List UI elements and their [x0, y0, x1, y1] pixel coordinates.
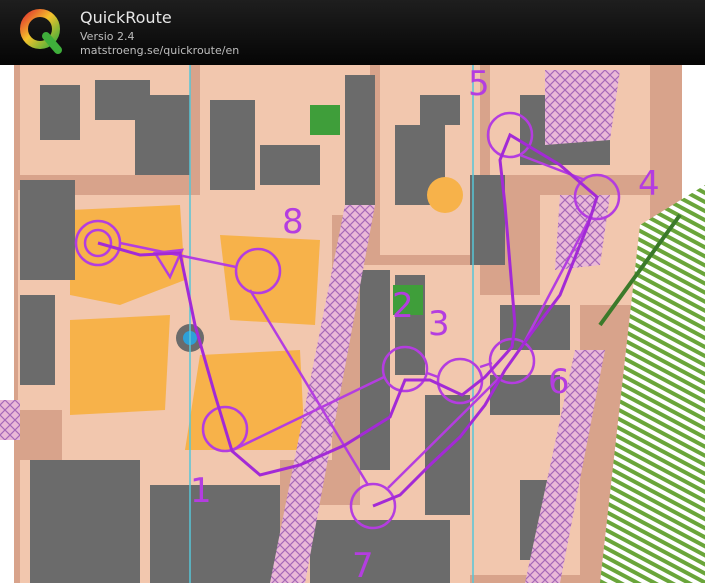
control-number-8: 8: [282, 202, 304, 242]
control-number-7: 7: [352, 546, 374, 583]
control-number-2: 2: [392, 286, 414, 326]
app-title: QuickRoute: [80, 8, 172, 27]
control-number-6: 6: [548, 362, 570, 402]
control-number-1: 1: [190, 471, 212, 511]
quickroute-logo-icon: [20, 9, 62, 54]
map-canvas: 1 2 3 4 5 6 7 8: [0, 65, 705, 583]
control-number-4: 4: [638, 164, 660, 204]
control-number-5: 5: [468, 65, 490, 104]
version-label: Versio 2.4: [80, 30, 135, 43]
title-bar: QuickRoute Versio 2.4 matstroeng.se/quic…: [0, 0, 705, 65]
control-number-3: 3: [428, 304, 450, 344]
website-url: matstroeng.se/quickroute/en: [80, 44, 240, 57]
orienteering-map[interactable]: 1 2 3 4 5 6 7 8: [0, 65, 705, 583]
